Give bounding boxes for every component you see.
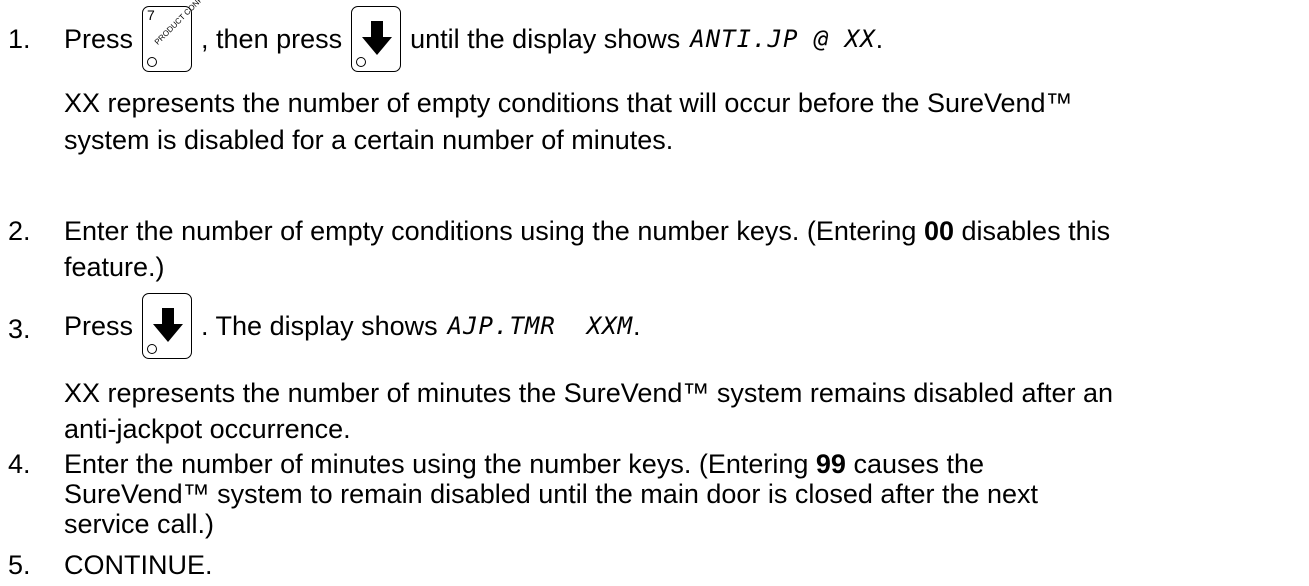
step-text: causes the <box>845 449 985 479</box>
step-3: 3. Press . The display shows AJP.TMR XXM… <box>0 290 1309 444</box>
step-text: disables this <box>954 216 1111 246</box>
key-number: 7 <box>147 7 155 23</box>
period-text: . <box>633 311 641 341</box>
step-text: Enter the number of empty conditions usi… <box>64 216 924 246</box>
led-icon <box>147 57 158 67</box>
display-readout: AJP.TMR XXM <box>447 312 634 340</box>
press-text: Press <box>64 311 134 341</box>
step-text: CONTINUE. <box>64 550 213 580</box>
step-number: 3. <box>8 314 31 344</box>
down-arrow-key <box>142 293 193 359</box>
display-readout: ANTI.JP @ XX <box>690 25 876 53</box>
bold-value: 00 <box>923 216 954 246</box>
step-number: 2. <box>8 216 31 246</box>
step-4: 4. Enter the number of minutes using the… <box>0 447 1309 555</box>
step-number: 4. <box>8 449 31 479</box>
product-config-key: 7 PRODUCT CONFIG. <box>142 0 213 72</box>
period-text: . <box>875 24 884 54</box>
key-label: PRODUCT CONFIG. <box>152 0 213 47</box>
step-text: feature.) <box>64 252 165 282</box>
paragraph-line: anti-jackpot occurrence. <box>64 414 351 444</box>
then-press-text: , then press <box>201 24 343 54</box>
step-text: Enter the number of minutes using the nu… <box>64 449 816 479</box>
paragraph-line: XX represents the number of minutes the … <box>64 378 1114 408</box>
display-shows-text: . The display shows <box>201 311 438 341</box>
led-icon <box>147 344 158 354</box>
until-display-text: until the display shows <box>410 24 681 54</box>
instructions-page: 1. Press 7 PRODUCT CONFIG. , then press <box>0 0 1309 586</box>
paragraph-line: XX represents the number of empty condit… <box>64 88 1073 118</box>
step-number: 5. <box>8 550 31 580</box>
press-text: Press <box>64 24 134 54</box>
step-text: SureVend™ system to remain disabled unti… <box>64 479 1039 509</box>
step-1: 1. Press 7 PRODUCT CONFIG. , then press <box>0 0 1309 202</box>
step-5: 5. CONTINUE. <box>0 548 1309 584</box>
down-arrow-key <box>351 6 402 72</box>
step-2: 2. Enter the number of empty conditions … <box>0 214 1309 286</box>
paragraph-line: system is disabled for a certain number … <box>64 125 674 155</box>
bold-value: 99 <box>815 449 846 479</box>
step-number: 1. <box>8 24 31 54</box>
step-text: service call.) <box>64 509 215 539</box>
